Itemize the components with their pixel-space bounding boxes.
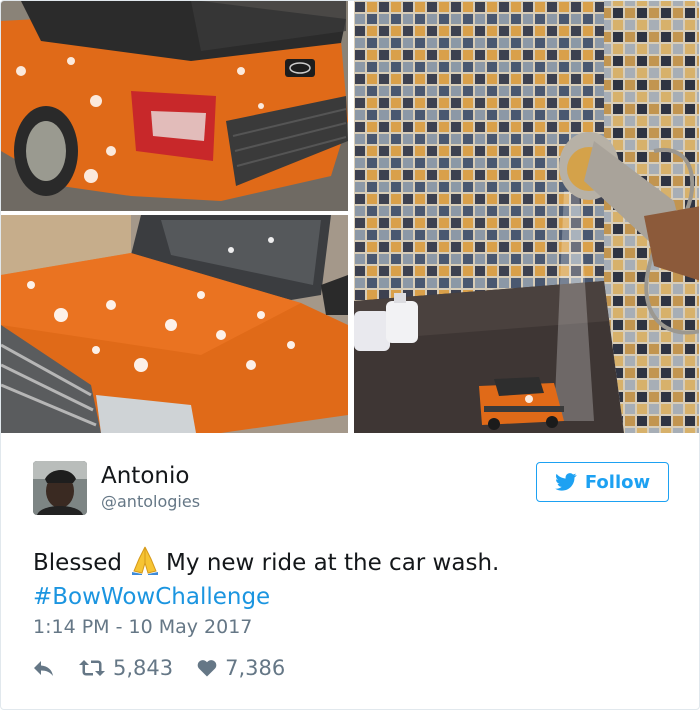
car-rear-image — [1, 1, 348, 211]
hashtag-link[interactable]: #BowWowChallenge — [33, 584, 270, 610]
follow-button-label: Follow — [584, 471, 651, 493]
tweet-card: Antonio @antologies Follow Blessed My ne… — [0, 0, 700, 710]
author-handle[interactable]: @antologies — [101, 492, 200, 511]
reply-icon — [34, 661, 53, 676]
avatar-image — [33, 461, 87, 515]
photo-car-front[interactable] — [1, 215, 348, 433]
retweet-icon — [79, 660, 105, 676]
tweet-text-part1: Blessed — [33, 550, 123, 576]
folded-hands-emoji — [132, 546, 159, 575]
avatar[interactable] — [33, 461, 87, 515]
photo-car-rear[interactable] — [1, 1, 348, 211]
heart-icon — [197, 660, 217, 677]
author-name[interactable]: Antonio — [101, 463, 189, 489]
tweet-actions: 5,843 7,386 — [33, 654, 285, 682]
like-count: 7,386 — [225, 656, 286, 680]
shower-image — [354, 1, 699, 433]
retweet-button[interactable]: 5,843 — [79, 656, 173, 680]
tweet-media-grid[interactable] — [1, 1, 699, 433]
twitter-bird-icon — [554, 473, 577, 491]
like-button[interactable]: 7,386 — [197, 656, 285, 680]
car-front-image — [1, 215, 348, 433]
tweet-timestamp[interactable]: 1:14 PM - 10 May 2017 — [33, 616, 252, 638]
follow-button[interactable]: Follow — [536, 462, 669, 502]
tweet-body: Antonio @antologies Follow Blessed My ne… — [1, 433, 699, 709]
tweet-text-part2: My new ride at the car wash. — [166, 550, 500, 576]
photo-shower-carwash[interactable] — [354, 1, 699, 433]
tweet-text: Blessed My new ride at the car wash. #Bo… — [33, 545, 673, 614]
retweet-count: 5,843 — [113, 656, 174, 680]
reply-button[interactable] — [33, 659, 55, 677]
